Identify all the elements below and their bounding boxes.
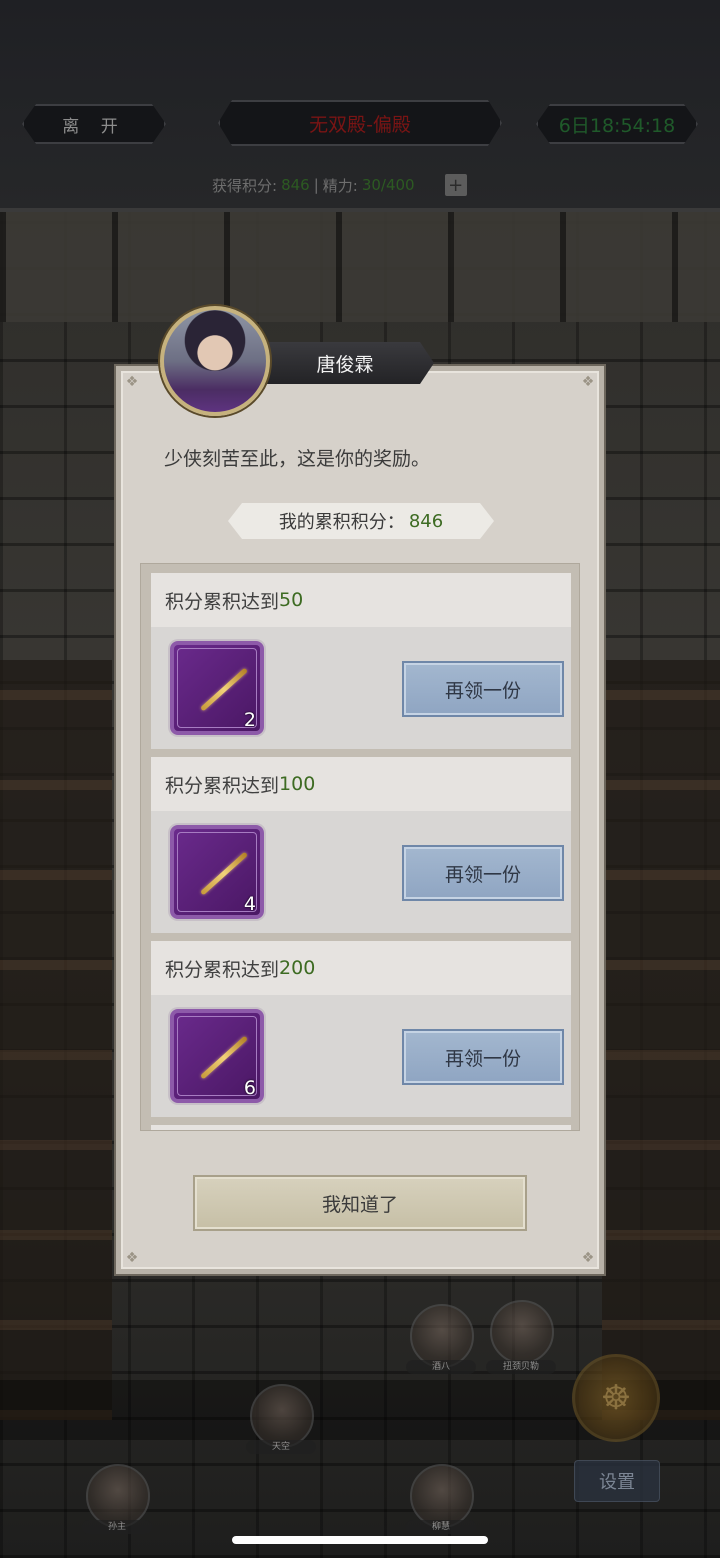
reward-row: 积分累积达到 50 2 再领一份 [151, 573, 571, 749]
reward-condition-prefix: 积分累积达到 [165, 590, 280, 613]
stats-row: 获得积分: 846 | 精力: 30/400 + [212, 172, 467, 198]
reward-condition: 积分累积达到 100 [151, 757, 571, 811]
reward-row: 积分累积达到 100 4 再领一份 [151, 757, 571, 933]
reward-threshold: 50 [279, 589, 304, 611]
npc-portrait [160, 306, 270, 416]
stats-separator: | [313, 176, 319, 194]
meditate-icon: ☸ [600, 1378, 632, 1418]
corner-ornament-icon: ❖ [581, 374, 595, 390]
weapon-rack-right [602, 660, 720, 1420]
energy-label: 精力: [322, 176, 358, 195]
character-avatar[interactable] [250, 1384, 314, 1448]
claim-again-button[interactable]: 再领一份 [402, 1029, 564, 1085]
reward-condition [151, 1125, 571, 1130]
character-name: 酒八 [406, 1360, 476, 1374]
reward-condition: 积分累积达到 200 [151, 941, 571, 995]
corner-ornament-icon: ❖ [581, 1250, 595, 1266]
corner-ornament-icon: ❖ [125, 1250, 139, 1266]
reward-item-slot[interactable]: 2 [170, 641, 264, 735]
reward-item-slot[interactable]: 4 [170, 825, 264, 919]
reward-row-partial [151, 1125, 571, 1130]
character-name: 扭颈贝勒 [486, 1360, 556, 1374]
dialog-message: 少侠刻苦至此，这是你的奖励。 [164, 448, 431, 470]
hall-title: 无双殿-偏殿 [218, 100, 502, 146]
reward-condition-prefix: 积分累积达到 [165, 958, 280, 981]
total-points-label: 我的累积积分： [278, 512, 405, 533]
energy-value: 30/400 [361, 176, 415, 194]
reward-item-slot[interactable]: 6 [170, 1009, 264, 1103]
reward-list[interactable]: 积分累积达到 50 2 再领一份 积分累积达到 100 4 再领一份 积分累积达… [140, 563, 580, 1131]
reward-row: 积分累积达到 200 6 再领一份 [151, 941, 571, 1117]
character-avatar[interactable] [410, 1464, 474, 1528]
home-indicator[interactable] [232, 1536, 488, 1544]
settings-button[interactable]: 设置 [574, 1460, 660, 1502]
character-avatar[interactable] [490, 1300, 554, 1364]
reward-threshold: 100 [279, 773, 316, 795]
countdown-timer: 6日18:54:18 [536, 104, 698, 144]
top-bar: 离 开 无双殿-偏殿 6日18:54:18 获得积分: 846 | 精力: 30… [0, 0, 720, 212]
add-energy-button[interactable]: + [444, 174, 467, 196]
character-avatar[interactable] [410, 1304, 474, 1368]
reward-threshold: 200 [279, 957, 316, 979]
character-name: 柳慧 [406, 1520, 476, 1534]
item-count: 4 [243, 893, 256, 915]
corner-ornament-icon: ❖ [125, 374, 139, 390]
meditate-button[interactable]: ☸ [572, 1354, 660, 1442]
weapon-rack-left [0, 660, 112, 1420]
claim-again-button[interactable]: 再领一份 [402, 845, 564, 901]
item-count: 6 [243, 1077, 256, 1099]
character-name: 天空 [246, 1440, 316, 1454]
claim-again-button[interactable]: 再领一份 [402, 661, 564, 717]
points-label: 获得积分: [212, 176, 278, 195]
acknowledge-button[interactable]: 我知道了 [193, 1175, 527, 1231]
character-avatar[interactable] [86, 1464, 150, 1528]
total-points-pill: 我的累积积分： 846 [228, 503, 494, 539]
points-value: 846 [281, 176, 310, 194]
total-points-value: 846 [408, 510, 444, 532]
character-name: 孙主 [82, 1520, 152, 1534]
reward-condition-prefix: 积分累积达到 [165, 774, 280, 797]
item-count: 2 [243, 709, 256, 731]
background-ceiling [0, 212, 720, 322]
npc-name-plate: 唐俊霖 [264, 342, 434, 384]
leave-button[interactable]: 离 开 [22, 104, 166, 144]
reward-condition: 积分累积达到 50 [151, 573, 571, 627]
